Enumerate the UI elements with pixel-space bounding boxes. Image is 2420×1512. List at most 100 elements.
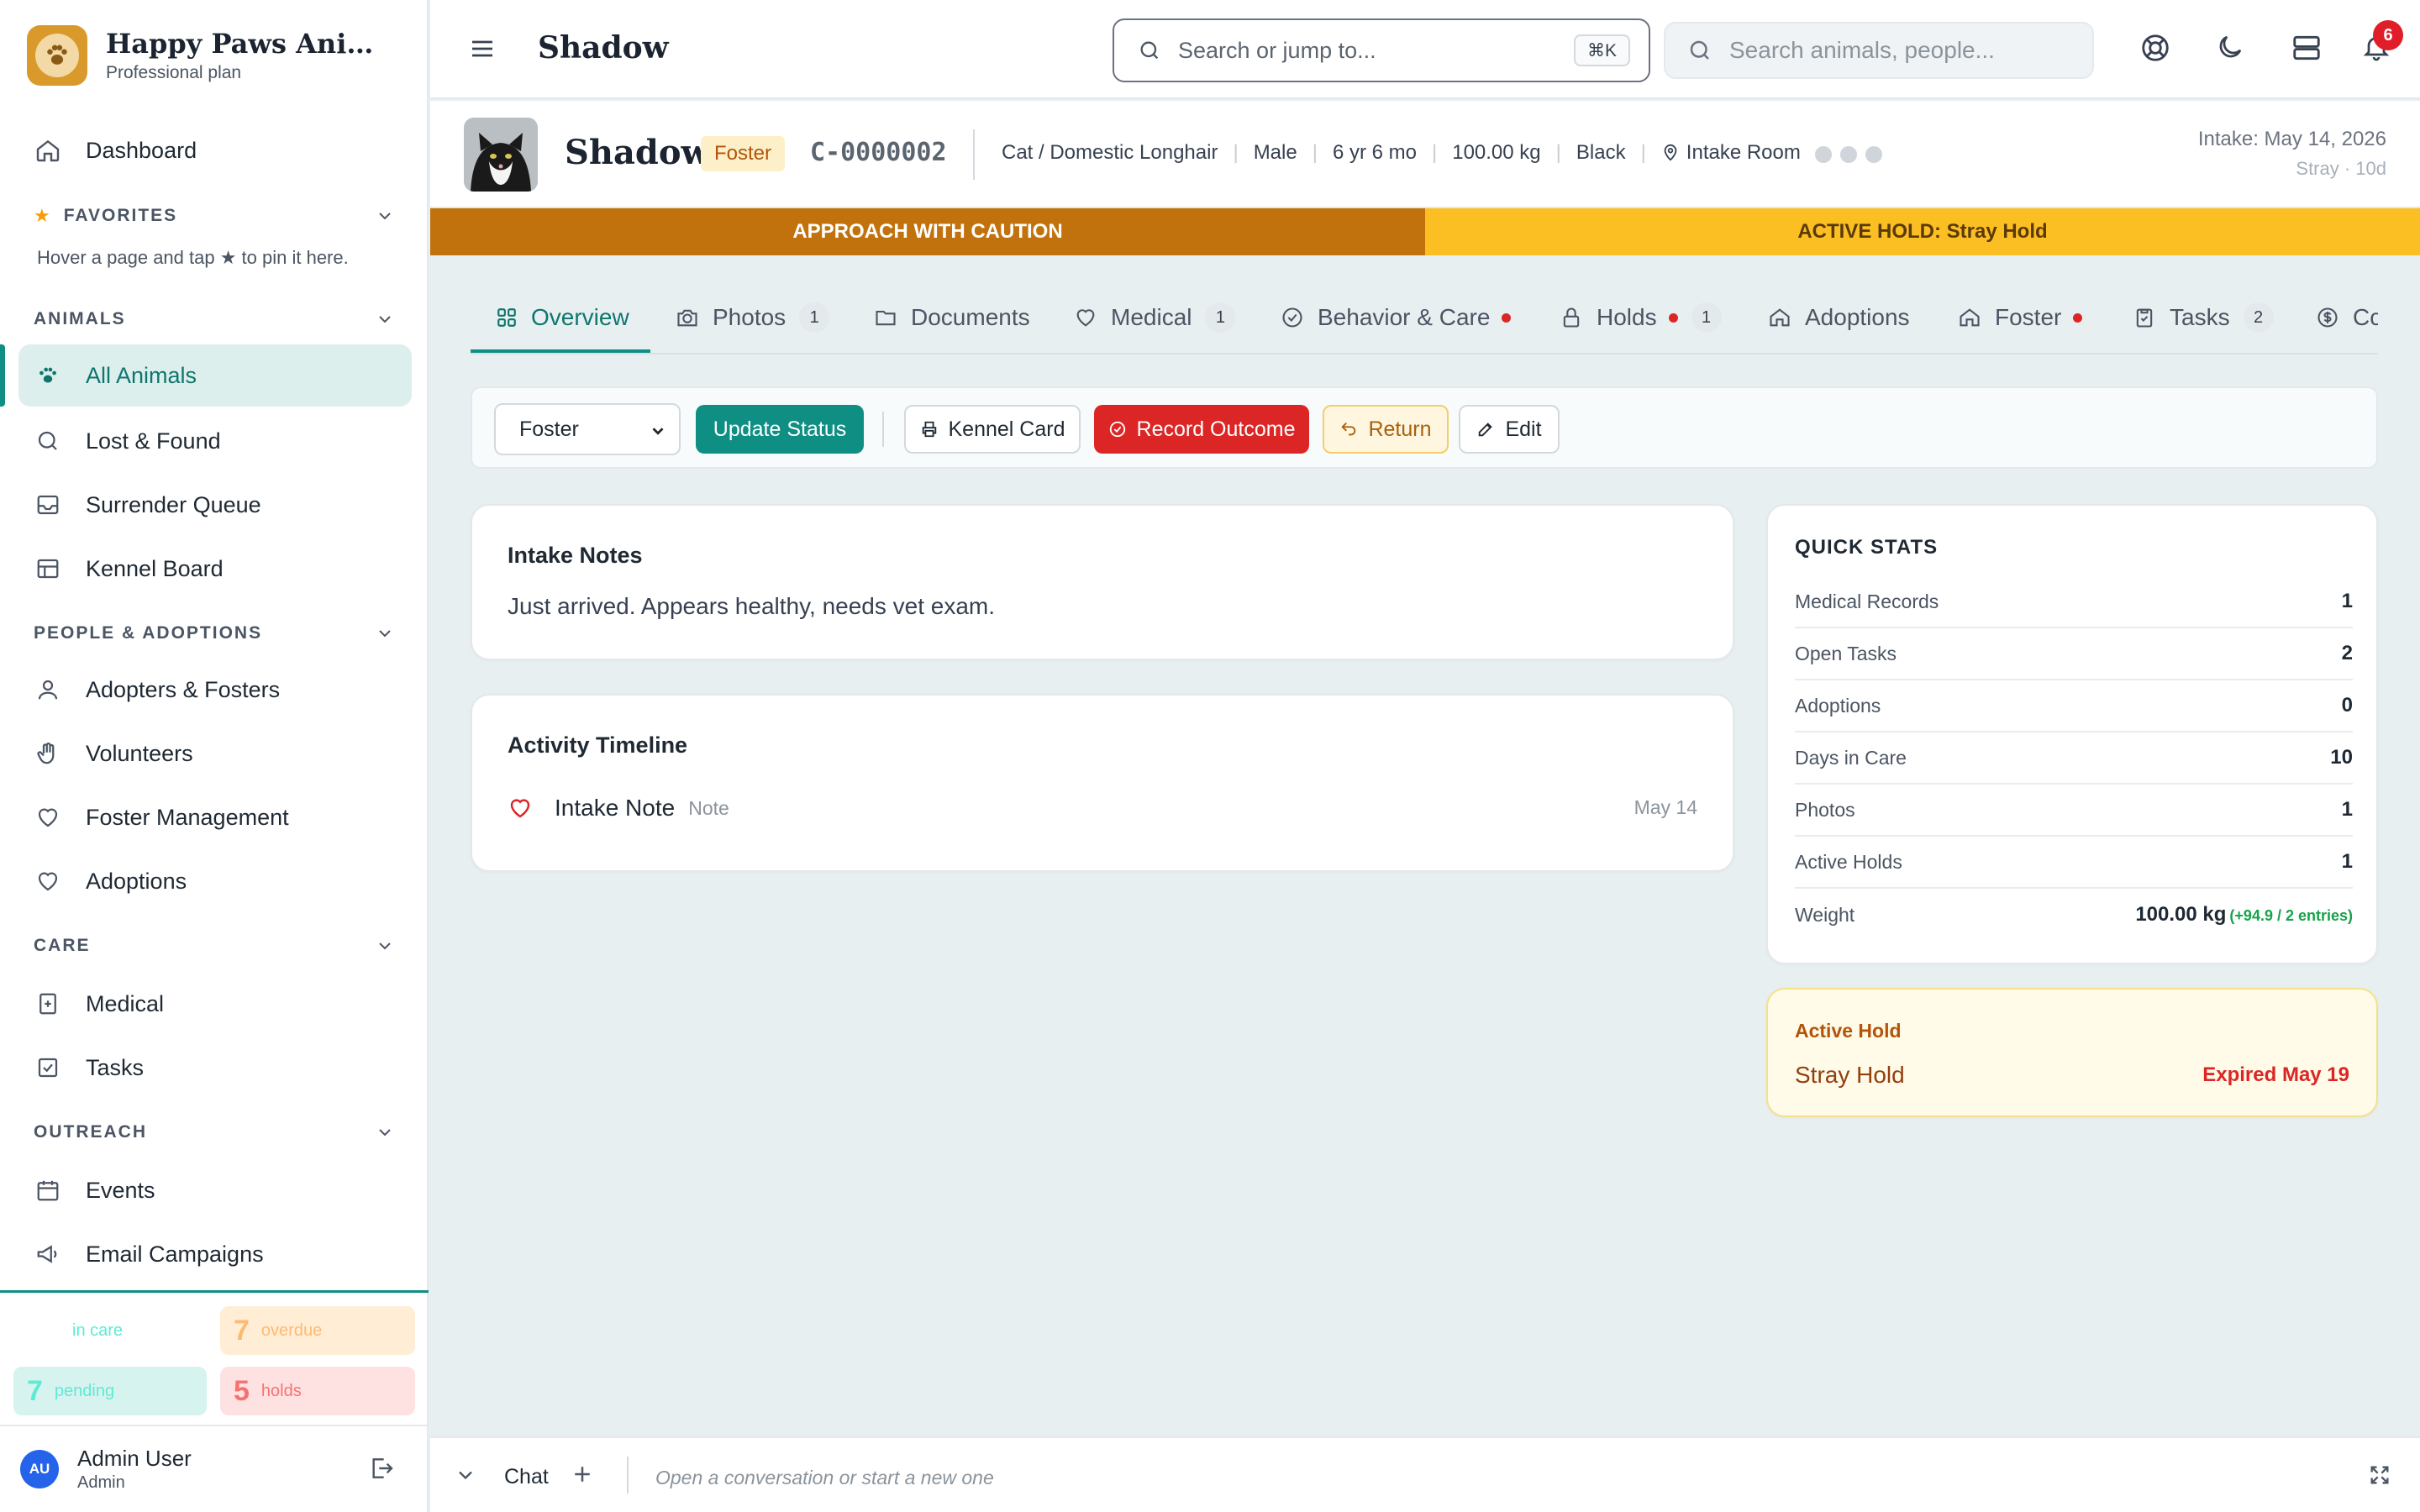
- update-status-button[interactable]: Update Status: [696, 405, 864, 454]
- sidebar-item-surrender-queue[interactable]: Surrender Queue: [18, 474, 412, 536]
- section-label: CARE: [34, 936, 91, 955]
- user-name: Admin User: [77, 1446, 192, 1471]
- active-hold-card[interactable]: Active Hold Stray Hold Expired May 19: [1766, 988, 2378, 1117]
- record-outcome-button[interactable]: Record Outcome: [1094, 405, 1309, 454]
- sex: Male: [1253, 141, 1297, 164]
- sidebar-item-volunteers[interactable]: Volunteers: [18, 722, 412, 785]
- sidebar-item-tasks[interactable]: Tasks: [18, 1037, 412, 1099]
- expand-icon[interactable]: [2368, 1463, 2391, 1487]
- help-icon[interactable]: [2139, 32, 2171, 64]
- chat-placeholder[interactable]: Open a conversation or start a new one: [655, 1467, 994, 1489]
- quick-stats-card: QUICK STATS Medical Records 1 Open Tasks…: [1766, 504, 2378, 964]
- avatar: AU: [20, 1450, 59, 1488]
- global-search-input[interactable]: Search animals, people...: [1664, 22, 2094, 79]
- sidebar-item-medical[interactable]: Medical: [18, 973, 412, 1035]
- sidebar-item-adopters-fosters[interactable]: Adopters & Fosters: [18, 659, 412, 721]
- stat-pending[interactable]: 7 pending: [13, 1367, 207, 1415]
- location-pin-icon: [1661, 144, 1680, 162]
- camera-icon: [676, 306, 699, 329]
- command-palette-input[interactable]: Search or jump to... ⌘K: [1113, 18, 1650, 82]
- check-circle-icon: [1108, 420, 1127, 438]
- animal-photo[interactable]: [464, 118, 538, 192]
- intake-notes-card: Intake Notes Just arrived. Appears healt…: [471, 504, 1734, 660]
- tab-tasks[interactable]: Tasks 2: [2133, 282, 2274, 353]
- stat-count: 7: [234, 1314, 250, 1347]
- tab-label: Cc: [2353, 304, 2378, 330]
- chevron-down-icon[interactable]: [454, 1463, 477, 1487]
- sidebar-item-label: Adoptions: [86, 868, 187, 894]
- tab-foster[interactable]: Foster: [1958, 282, 2083, 353]
- active-indicator: [0, 344, 5, 407]
- tab-costs[interactable]: Cc: [2316, 282, 2378, 353]
- paw-icon: [34, 361, 62, 390]
- sidebar-item-kennel-board[interactable]: Kennel Board: [18, 538, 412, 600]
- user-menu[interactable]: AU Admin User Admin: [0, 1425, 429, 1512]
- tab-label: Behavior & Care: [1318, 304, 1491, 330]
- sidebar-item-events[interactable]: Events: [18, 1159, 412, 1221]
- button-label: Kennel Card: [948, 417, 1065, 441]
- tab-behavior-care[interactable]: Behavior & Care: [1281, 282, 1512, 353]
- card-title: Activity Timeline: [508, 732, 688, 758]
- heart-icon: [34, 803, 62, 832]
- stat-overdue[interactable]: 7 overdue: [220, 1306, 415, 1355]
- sidebar-item-dashboard[interactable]: Dashboard: [18, 119, 412, 181]
- tab-adoptions[interactable]: Adoptions: [1768, 282, 1910, 353]
- sidebar-item-label: All Animals: [86, 362, 197, 388]
- hold-expiry: Expired May 19: [2202, 1063, 2349, 1086]
- heart-icon: [1074, 306, 1097, 329]
- section-care[interactable]: CARE: [34, 936, 395, 956]
- stat-label: Active Holds: [1795, 850, 1902, 873]
- menu-icon[interactable]: [469, 35, 496, 62]
- section-people-adoptions[interactable]: PEOPLE & ADOPTIONS: [34, 623, 395, 643]
- stat-row-open-tasks: Open Tasks 2: [1795, 628, 2353, 680]
- timeline-item[interactable]: Intake Note Note: [508, 795, 729, 822]
- status-select[interactable]: Foster: [494, 403, 681, 455]
- sidebar-item-lost-found[interactable]: Lost & Found: [18, 410, 412, 472]
- sidebar-item-all-animals[interactable]: All Animals: [18, 344, 412, 407]
- kennel-card-button[interactable]: Kennel Card: [904, 405, 1081, 454]
- stat-value: 0: [2341, 694, 2353, 717]
- separator: |: [1555, 141, 1561, 164]
- chat-label[interactable]: Chat: [504, 1465, 549, 1489]
- intake-info: Intake: May 14, 2026 Stray · 10d: [2198, 128, 2386, 180]
- tab-photos[interactable]: Photos 1: [676, 282, 830, 353]
- topbar: Shadow Search or jump to... ⌘K Search an…: [430, 0, 2420, 99]
- sidebar-item-label: Email Campaigns: [86, 1241, 264, 1267]
- stat-holds[interactable]: 5 holds: [220, 1367, 415, 1415]
- section-label: FAVORITES: [63, 206, 178, 225]
- section-outreach[interactable]: OUTREACH: [34, 1122, 395, 1142]
- stat-in-care[interactable]: in care: [13, 1306, 207, 1355]
- sidebar-item-email-campaigns[interactable]: Email Campaigns: [18, 1223, 412, 1285]
- sidebar-item-adoptions[interactable]: Adoptions: [18, 850, 412, 912]
- layout-icon[interactable]: [2291, 32, 2323, 64]
- tab-count: 1: [1691, 302, 1722, 333]
- section-animals[interactable]: ANIMALS: [34, 309, 395, 329]
- plus-icon[interactable]: [570, 1462, 595, 1487]
- divider: [973, 129, 975, 180]
- tab-label: Tasks: [2170, 304, 2230, 330]
- return-button[interactable]: Return: [1323, 405, 1449, 454]
- stat-value: 10: [2330, 746, 2353, 769]
- tab-medical[interactable]: Medical 1: [1074, 282, 1236, 353]
- tab-documents[interactable]: Documents: [874, 282, 1030, 353]
- tab-overview[interactable]: Overview: [496, 282, 629, 353]
- sidebar-item-label: Tasks: [86, 1054, 145, 1080]
- tab-label: Holds: [1597, 304, 1657, 330]
- search-icon: [1138, 39, 1161, 62]
- tab-holds[interactable]: Holds 1: [1560, 282, 1722, 353]
- moon-icon[interactable]: [2215, 32, 2245, 62]
- stat-label: Adoptions: [1795, 694, 1881, 717]
- status-badge: Foster: [701, 136, 786, 171]
- section-favorites[interactable]: ★ FAVORITES: [34, 205, 395, 227]
- logout-icon[interactable]: [368, 1455, 395, 1482]
- heart-icon: [34, 867, 62, 895]
- divider: [627, 1457, 629, 1494]
- edit-button[interactable]: Edit: [1459, 405, 1560, 454]
- brand[interactable]: Happy Paws Animal ... Professional plan: [27, 25, 392, 86]
- search-icon: [34, 427, 62, 455]
- sidebar-item-foster-management[interactable]: Foster Management: [18, 786, 412, 848]
- animal-meta: Cat / Domestic Longhair | Male | 6 yr 6 …: [1002, 141, 1801, 165]
- card-title: QUICK STATS: [1795, 536, 1939, 559]
- notification-badge: 6: [2373, 20, 2403, 50]
- stat-label: Open Tasks: [1795, 642, 1897, 664]
